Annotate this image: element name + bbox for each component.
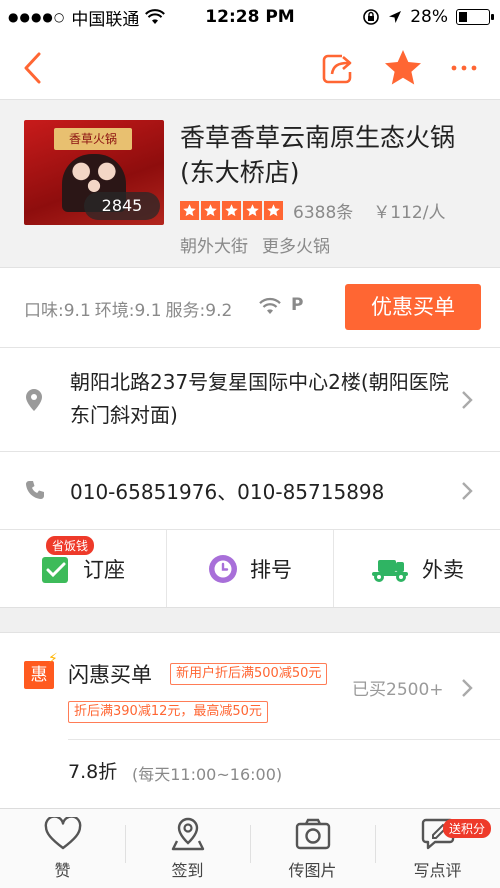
tab-upload-photo-label: 传图片 — [288, 860, 337, 880]
discount-hours: (每天11:00~16:00) — [132, 765, 283, 784]
status-right: 28% — [362, 7, 494, 27]
nav-bar — [0, 34, 500, 100]
status-left: ●●●●○ 中国联通 — [8, 5, 166, 30]
parking-icon: P — [291, 295, 304, 315]
phone-row[interactable]: 010-65851976、010-85715898 — [0, 452, 500, 530]
divider — [68, 739, 500, 740]
rating-star-icon — [180, 200, 199, 220]
action-reserve[interactable]: 订座 省饭钱 — [0, 530, 166, 607]
tab-like[interactable]: 赞 — [0, 809, 125, 888]
orientation-lock-icon — [363, 9, 380, 25]
chevron-right-icon — [462, 482, 473, 500]
action-queue-label: 排号 — [250, 557, 292, 582]
discount-pay-button[interactable]: 优惠买单 — [345, 284, 481, 330]
action-reserve-label: 订座 — [83, 557, 125, 582]
carrier-name: 中国联通 — [71, 9, 140, 30]
favorite-star-icon[interactable] — [382, 47, 424, 89]
clock-icon — [209, 554, 237, 583]
shop-name: 香草香草云南原生态火锅(东大桥店) — [180, 123, 456, 187]
tab-write-review[interactable]: 写点评 送积分 — [375, 809, 500, 888]
rating-star-icon — [264, 200, 283, 220]
location-pin-icon — [171, 817, 204, 850]
tab-upload-photo[interactable]: 传图片 — [250, 809, 375, 888]
rating-star-icon — [222, 200, 241, 220]
reserve-check-icon — [42, 556, 68, 583]
sold-count: 已买2500+ — [352, 680, 444, 700]
battery-fill — [459, 12, 467, 22]
address-row[interactable]: 朝阳北路237号复星国际中心2楼(朝阳医院东门斜对面) — [0, 348, 500, 452]
shop-tags: 朝外大街 更多火锅 — [180, 232, 330, 257]
rating-row: 6388条 ￥112/人 — [180, 198, 446, 223]
chevron-right-icon — [462, 391, 473, 409]
action-delivery-label: 外卖 — [422, 557, 464, 582]
points-badge: 送积分 — [443, 819, 492, 838]
wifi-status-icon — [145, 9, 166, 24]
tab-checkin[interactable]: 签到 — [125, 809, 250, 888]
score-row: 口味:9.1 环境:9.1 服务:9.2 P 优惠买单 — [0, 268, 500, 348]
more-options-icon[interactable] — [444, 48, 484, 88]
shop-header: 香草火锅 2845 香草香草云南原生态火锅(东大桥店) 6388条 ￥112/人… — [0, 100, 500, 268]
save-money-badge: 省饭钱 — [46, 536, 95, 555]
photo-sign: 香草火锅 — [54, 128, 132, 150]
battery-icon — [456, 9, 494, 25]
star-rating — [180, 200, 283, 220]
rating-star-icon — [201, 200, 220, 220]
tab-like-label: 赞 — [54, 860, 71, 880]
tag-district[interactable]: 朝外大街 — [180, 232, 248, 257]
tab-checkin-label: 签到 — [171, 860, 204, 880]
promo-tag-discount: 折后满390减12元，最高减50元 — [68, 701, 268, 723]
heart-icon — [44, 816, 81, 849]
actions-row: 订座 省饭钱 排号 外卖 — [0, 530, 500, 608]
location-pin-icon — [26, 389, 42, 411]
delivery-scooter-icon — [372, 559, 408, 582]
tag-more-hotpot[interactable]: 更多火锅 — [262, 232, 330, 257]
review-count[interactable]: 6388条 — [293, 198, 353, 223]
bottom-tab-bar: 赞 签到 传图片 写点评 送积分 — [0, 808, 500, 888]
status-bar: ●●●●○ 中国联通 12:28 PM 28% — [0, 0, 500, 34]
price-per-person: ￥112/人 — [373, 202, 446, 223]
score-service: 服务:9.2 — [165, 301, 233, 321]
signal-strength-icon: ●●●●○ — [8, 10, 66, 24]
action-queue[interactable]: 排号 — [166, 530, 333, 607]
battery-percent: 28% — [410, 7, 448, 27]
rating-star-icon — [243, 200, 262, 220]
chevron-right-icon — [462, 679, 473, 697]
action-delivery[interactable]: 外卖 — [333, 530, 500, 607]
flash-deal-title: 闪惠买单 — [68, 663, 152, 687]
photo-count-badge: 2845 — [84, 192, 160, 220]
score-taste: 口味:9.1 — [24, 301, 91, 321]
lightning-icon: ⚡ — [48, 651, 58, 667]
discount-rate: 7.8折 — [68, 761, 118, 783]
scores: 口味:9.1 环境:9.1 服务:9.2 — [24, 296, 232, 321]
camera-icon — [295, 818, 330, 849]
address-text: 朝阳北路237号复星国际中心2楼(朝阳医院东门斜对面) — [70, 370, 449, 427]
location-arrow-icon — [389, 11, 402, 23]
score-environment: 环境:9.1 — [94, 301, 162, 321]
promo-tag-new-user: 新用户折后满500减50元 — [170, 663, 328, 685]
shop-photo[interactable]: 香草火锅 2845 — [24, 120, 164, 225]
flash-deal-section[interactable]: 惠 ⚡ 闪惠买单 新用户折后满500减50元 折后满390减12元，最高减50元… — [0, 632, 500, 808]
share-icon[interactable] — [318, 48, 358, 88]
tab-write-review-label: 写点评 — [413, 860, 462, 880]
phone-numbers: 010-65851976、010-85715898 — [70, 480, 385, 504]
wifi-icon — [259, 297, 281, 314]
back-icon[interactable] — [14, 48, 54, 88]
phone-icon — [26, 481, 44, 499]
